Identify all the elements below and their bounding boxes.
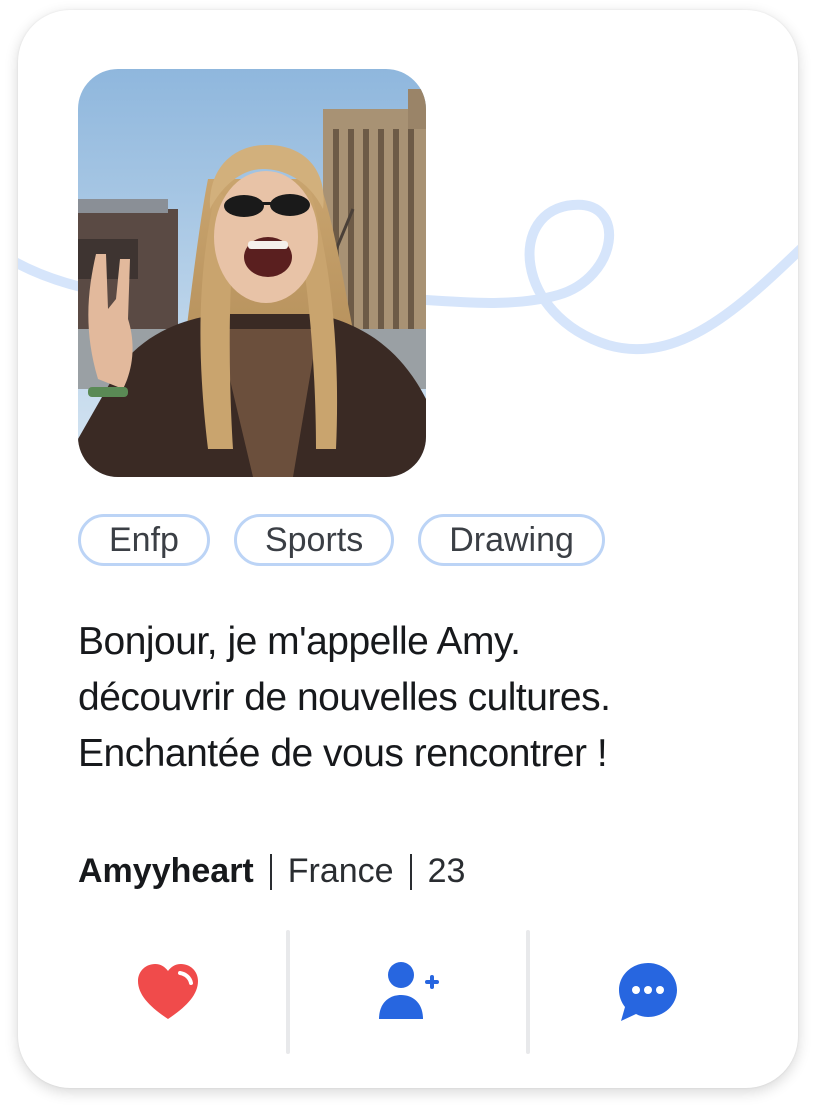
add-user-icon xyxy=(379,962,439,1019)
profile-photo[interactable] xyxy=(78,69,426,477)
bio-line: Bonjour, je m'appelle Amy. xyxy=(78,620,521,663)
bio-line: découvrir de nouvelles cultures. xyxy=(78,676,611,719)
tag-drawing[interactable]: Drawing xyxy=(418,514,605,566)
like-button[interactable] xyxy=(48,930,288,1054)
age: 23 xyxy=(427,852,466,890)
message-button[interactable] xyxy=(528,930,768,1054)
tag-sports[interactable]: Sports xyxy=(233,514,395,566)
bio-line: Enchantée de vous rencontrer ! xyxy=(78,732,608,775)
profile-card: Enfp Sports Drawing Bonjour, je m'appell… xyxy=(18,10,798,1088)
username[interactable]: Amyyheart xyxy=(78,852,254,891)
tag-enfp[interactable]: Enfp xyxy=(78,514,210,566)
action-bar xyxy=(48,930,768,1054)
country: France xyxy=(287,852,394,890)
heart-icon xyxy=(138,964,198,1019)
profile-bio: Bonjour, je m'appelle Amy. découvrir de … xyxy=(78,614,758,782)
profile-meta: Amyyheart France 23 xyxy=(78,852,465,891)
add-friend-button[interactable] xyxy=(288,930,528,1054)
interest-tags: Enfp Sports Drawing xyxy=(78,514,605,566)
separator xyxy=(409,853,412,890)
chat-bubble-icon xyxy=(619,963,677,1021)
separator xyxy=(269,853,272,890)
